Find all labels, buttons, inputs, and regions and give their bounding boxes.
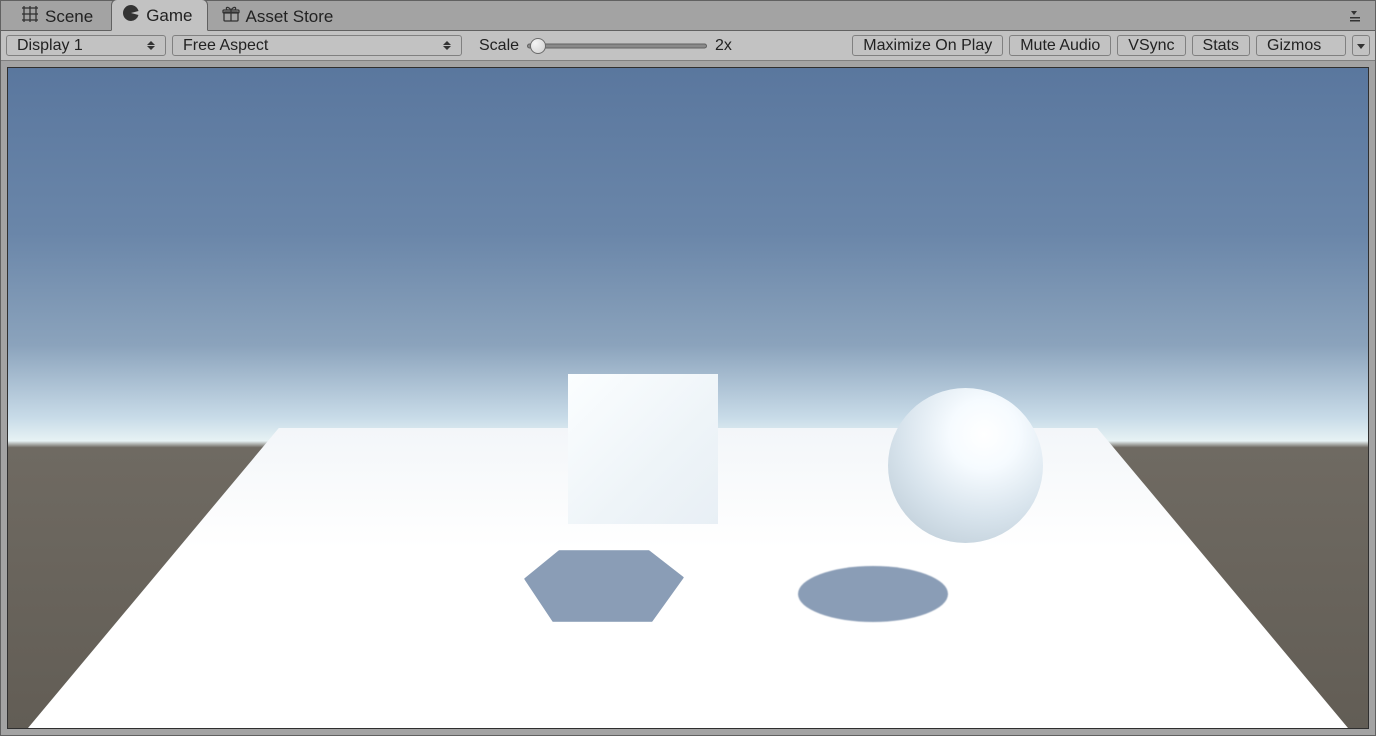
tab-game-label: Game [146, 6, 192, 26]
game-toolbar: Display 1 Free Aspect Scale 2x Maximize … [1, 31, 1375, 61]
pacman-icon [122, 4, 140, 27]
gizmos-label: Gizmos [1267, 37, 1321, 55]
stats-label: Stats [1203, 37, 1239, 55]
mute-label: Mute Audio [1020, 37, 1100, 55]
editor-window: Scene Game Asset [0, 0, 1376, 736]
scale-label: Scale [479, 37, 519, 55]
chevron-down-icon [1357, 42, 1365, 50]
gizmos-dropdown-arrow[interactable] [1352, 35, 1370, 56]
gizmos-dropdown[interactable]: Gizmos [1256, 35, 1346, 56]
display-dropdown[interactable]: Display 1 [6, 35, 166, 56]
vsync-button[interactable]: VSync [1117, 35, 1185, 56]
game-viewport[interactable] [7, 67, 1369, 729]
tab-bar: Scene Game Asset [1, 1, 1375, 31]
aspect-dropdown-value: Free Aspect [183, 37, 268, 55]
scale-slider[interactable] [527, 37, 707, 55]
maximize-label: Maximize On Play [863, 37, 992, 55]
aspect-dropdown[interactable]: Free Aspect [172, 35, 462, 56]
toolbar-spacer [746, 33, 849, 58]
tab-game[interactable]: Game [111, 0, 207, 31]
maximize-on-play-button[interactable]: Maximize On Play [852, 35, 1003, 56]
updown-icon [147, 41, 155, 50]
updown-icon [443, 41, 451, 50]
panel-options-button[interactable] [1345, 6, 1365, 26]
tab-scene[interactable]: Scene [11, 1, 107, 31]
tab-asset-store-label: Asset Store [246, 7, 334, 27]
gift-icon [222, 5, 240, 28]
slider-track [527, 43, 707, 48]
options-icon [1346, 9, 1364, 23]
display-dropdown-value: Display 1 [17, 37, 83, 55]
tab-asset-store[interactable]: Asset Store [212, 1, 348, 31]
vsync-label: VSync [1128, 37, 1174, 55]
scene-grid-icon [21, 5, 39, 28]
sphere-shadow [798, 566, 948, 622]
cube-object [568, 374, 718, 524]
scale-group: Scale 2x [468, 35, 743, 56]
mute-audio-button[interactable]: Mute Audio [1009, 35, 1111, 56]
tab-scene-label: Scene [45, 7, 93, 27]
stats-button[interactable]: Stats [1192, 35, 1250, 56]
scale-value: 2x [715, 37, 732, 55]
sphere-object [888, 388, 1043, 543]
slider-thumb[interactable] [530, 38, 546, 54]
